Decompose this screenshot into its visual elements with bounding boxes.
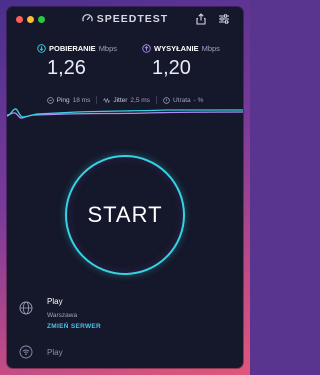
download-metric: POBIERANIE Mbps 1,26 — [37, 44, 117, 80]
download-unit: Mbps — [98, 44, 118, 53]
connection-info: Play — [17, 341, 137, 361]
upload-speed-line — [7, 111, 243, 119]
app-brand: SPEEDTEST — [7, 13, 243, 25]
titlebar: SPEEDTEST — [7, 7, 243, 33]
server-city: Warszawa — [47, 312, 78, 319]
share-icon[interactable] — [195, 13, 207, 25]
settings-sliders-icon[interactable] — [218, 13, 230, 25]
upload-label: WYSYŁANIE — [154, 44, 199, 53]
speedtest-window: SPEEDTEST POBIERANIE Mbps 1,26 WYSYŁANIE… — [7, 7, 243, 368]
download-value: 1,26 — [47, 57, 86, 79]
globe-icon — [19, 301, 33, 315]
server-name: Play — [47, 297, 63, 306]
download-label: POBIERANIE — [49, 44, 96, 53]
speedometer-icon — [82, 14, 93, 22]
speed-graph — [7, 108, 243, 119]
change-server-link[interactable]: ZMIEŃ SERWER — [47, 323, 101, 330]
start-button[interactable]: START — [65, 155, 185, 275]
upload-value: 1,20 — [152, 57, 191, 79]
upload-arrow-icon — [142, 44, 151, 53]
connection-name: Play — [47, 348, 63, 357]
start-label: START — [87, 202, 163, 227]
wifi-icon — [19, 345, 33, 359]
download-arrow-icon — [37, 44, 46, 53]
brand-name: SPEEDTEST — [96, 13, 169, 25]
upload-unit: Mbps — [201, 44, 220, 53]
server-info: Play Warszawa ZMIEŃ SERWER — [17, 294, 237, 334]
upload-metric: WYSYŁANIE Mbps 1,20 — [142, 44, 220, 80]
